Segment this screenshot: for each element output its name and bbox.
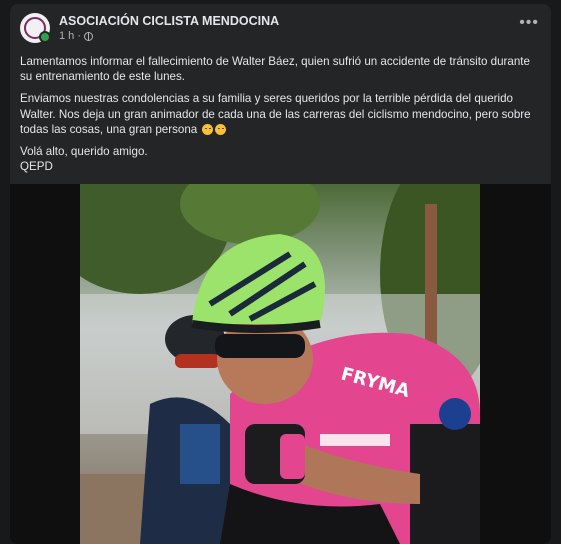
post-time[interactable]: 1 h ·: [59, 29, 81, 43]
post-text: Lamentamos informar el fallecimiento de …: [20, 54, 540, 174]
post-meta: ASOCIACIÓN CICLISTA MENDOCINA 1 h ·: [59, 13, 279, 43]
page-avatar[interactable]: [20, 13, 51, 43]
globe-icon[interactable]: [84, 31, 94, 41]
post-subtitle: 1 h ·: [59, 29, 279, 43]
photo-container: FRYMA: [10, 184, 551, 544]
closing-line-1: Volá alto, querido amigo.: [20, 145, 148, 159]
post-photo[interactable]: FRYMA: [80, 184, 480, 544]
paragraph-1: Lamentamos informar el fallecimiento de …: [20, 55, 530, 84]
online-indicator: [39, 31, 51, 43]
paragraph-3: Volá alto, querido amigo. QEPD: [20, 144, 540, 174]
cyclist-photo: FRYMA: [80, 184, 480, 544]
paragraph-2-text: Enviamos nuestras condolencias a su fami…: [20, 92, 531, 136]
more-options-icon[interactable]: •••: [519, 14, 539, 32]
pensive-face-icon: [215, 123, 227, 135]
post-header: ASOCIACIÓN CICLISTA MENDOCINA 1 h ·: [20, 13, 279, 43]
post-card: ASOCIACIÓN CICLISTA MENDOCINA 1 h · ••• …: [10, 4, 551, 544]
paragraph-2: Enviamos nuestras condolencias a su fami…: [20, 91, 540, 137]
pleading-face-icon: [202, 123, 214, 135]
closing-line-2: QEPD: [20, 160, 53, 174]
page-name-link[interactable]: ASOCIACIÓN CICLISTA MENDOCINA: [59, 13, 279, 29]
